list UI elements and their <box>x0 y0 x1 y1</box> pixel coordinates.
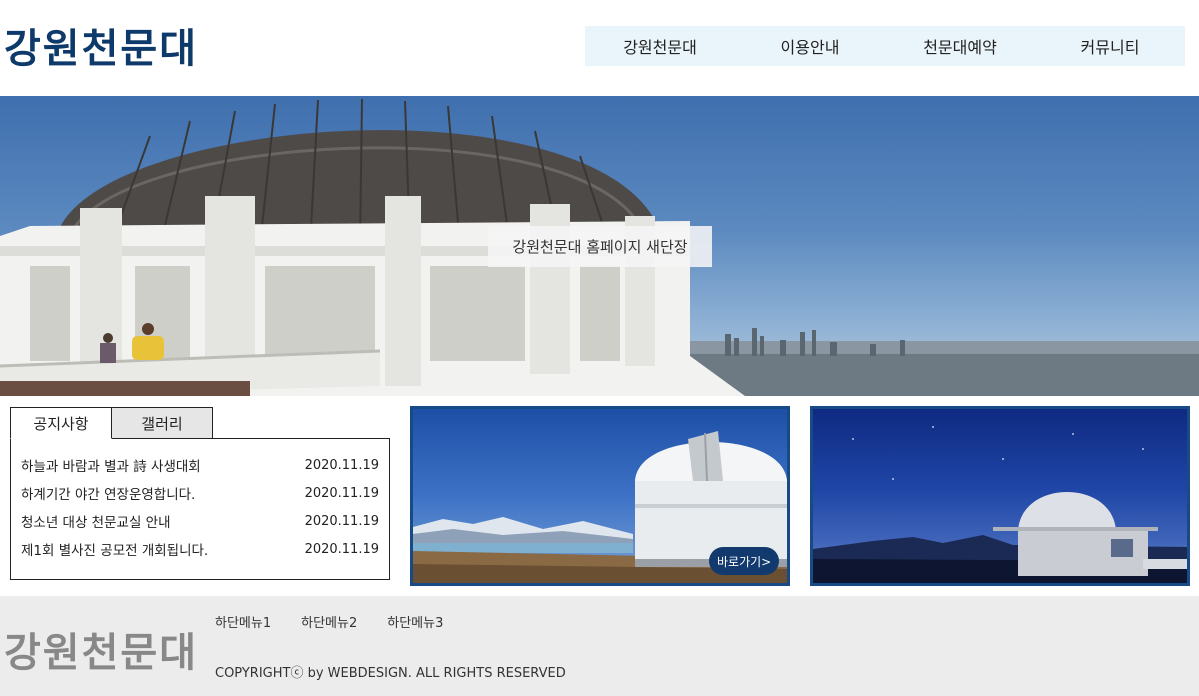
nav-item-observatory[interactable]: 강원천문대 <box>585 26 735 66</box>
footer: 강원천문대 하단메뉴1 하단메뉴2 하단메뉴3 COPYRIGHTⓒ by WE… <box>0 596 1199 696</box>
footer-logo: 강원천문대 <box>4 630 198 676</box>
nav-item-guide[interactable]: 이용안내 <box>735 26 885 66</box>
nav-item-reservation[interactable]: 천문대예약 <box>885 26 1035 66</box>
notice-title: 청소년 대상 천문교실 안내 <box>21 515 171 531</box>
gallery-card-night-observatory[interactable] <box>810 406 1190 586</box>
notice-date: 2020.11.19 <box>304 485 379 501</box>
hero-banner: 강원천문대 홈페이지 새단장 <box>0 96 1199 396</box>
notice-list: 하늘과 바람과 별과 詩 사생대회 2020.11.19 하계기간 야간 연장운… <box>10 438 390 580</box>
hero-caption[interactable]: 강원천문대 홈페이지 새단장 <box>488 226 712 267</box>
tab-notice[interactable]: 공지사항 <box>10 407 112 439</box>
footer-menu: 하단메뉴1 하단메뉴2 하단메뉴3 <box>215 612 443 631</box>
notice-title: 하늘과 바람과 별과 詩 사생대회 <box>21 459 201 475</box>
tab-gallery[interactable]: 갤러리 <box>111 407 213 439</box>
gallery-card-daytime-observatory[interactable]: 바로가기> <box>410 406 790 586</box>
footer-menu-item-1[interactable]: 하단메뉴1 <box>215 612 271 631</box>
notice-item[interactable]: 하늘과 바람과 별과 詩 사생대회 2020.11.19 <box>21 451 379 479</box>
nav-item-community[interactable]: 커뮤니티 <box>1035 26 1185 66</box>
footer-menu-item-2[interactable]: 하단메뉴2 <box>301 612 357 631</box>
copyright-text: COPYRIGHTⓒ by WEBDESIGN. ALL RIGHTS RESE… <box>215 666 566 681</box>
notice-title: 하계기간 야간 연장운영합니다. <box>21 487 196 503</box>
notice-item[interactable]: 청소년 대상 천문교실 안내 2020.11.19 <box>21 507 379 535</box>
notice-date: 2020.11.19 <box>304 513 379 529</box>
board-tabs: 공지사항 갤러리 <box>10 407 213 439</box>
go-link-button[interactable]: 바로가기> <box>709 547 780 575</box>
site-logo[interactable]: 강원천문대 <box>4 16 198 74</box>
notice-date: 2020.11.19 <box>304 457 379 473</box>
night-observatory-image <box>813 426 1187 583</box>
notice-title: 제1회 별사진 공모전 개회됩니다. <box>21 543 209 559</box>
notice-date: 2020.11.19 <box>304 541 379 557</box>
footer-menu-item-3[interactable]: 하단메뉴3 <box>387 612 443 631</box>
main-nav: 강원천문대 이용안내 천문대예약 커뮤니티 <box>585 26 1185 66</box>
notice-item[interactable]: 하계기간 야간 연장운영합니다. 2020.11.19 <box>21 479 379 507</box>
header: 강원천문대 강원천문대 이용안내 천문대예약 커뮤니티 <box>0 0 1199 96</box>
notice-item[interactable]: 제1회 별사진 공모전 개회됩니다. 2020.11.19 <box>21 535 379 563</box>
